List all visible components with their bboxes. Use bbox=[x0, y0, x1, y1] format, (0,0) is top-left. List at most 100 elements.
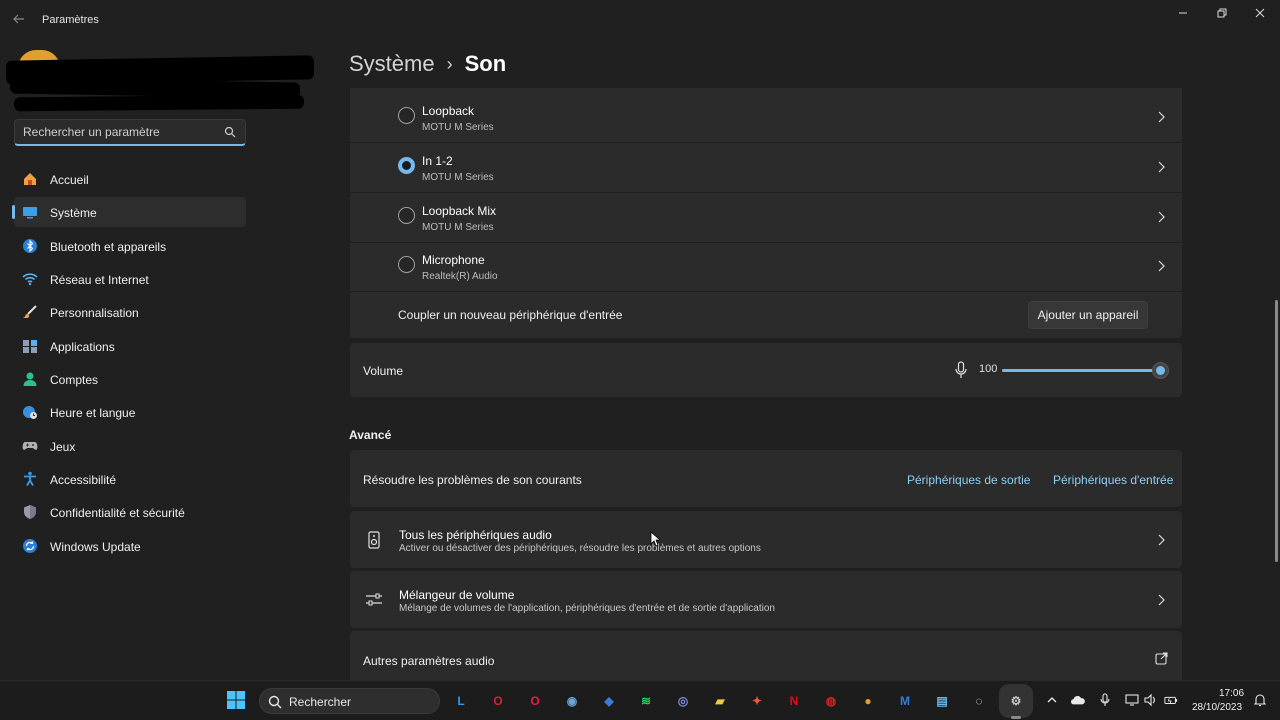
sidebar-item-label: Personnalisation bbox=[50, 306, 139, 321]
l-app-icon[interactable]: L bbox=[450, 690, 472, 712]
sidebar-item-systeme[interactable]: Système bbox=[12, 197, 246, 228]
title-bar: Paramètres bbox=[0, 0, 1280, 40]
breadcrumb: Système › Son bbox=[349, 48, 506, 80]
speaker-device-icon bbox=[368, 531, 380, 549]
sidebar-item-accessibilite[interactable]: Accessibilité bbox=[14, 464, 246, 494]
volume-slider-fill bbox=[1002, 369, 1160, 372]
spotify-icon[interactable]: ≋ bbox=[635, 690, 657, 712]
clock-time[interactable]: 17:06 bbox=[1219, 688, 1244, 699]
volume-card: Volume 100 bbox=[350, 343, 1182, 397]
section-title-advanced: Avancé bbox=[349, 428, 392, 442]
discord-icon[interactable]: ◎ bbox=[672, 690, 694, 712]
sidebar-item-label: Applications bbox=[50, 339, 115, 354]
sidebar-item-bluetooth[interactable]: Bluetooth et appareils bbox=[14, 231, 246, 261]
device-row-loopback[interactable]: Loopback MOTU M Series bbox=[350, 94, 1182, 143]
device-name: Loopback bbox=[422, 104, 475, 118]
home-icon bbox=[22, 171, 38, 187]
device-radio[interactable] bbox=[398, 107, 415, 124]
wifi-icon bbox=[22, 271, 38, 287]
sidebar-item-applications[interactable]: Applications bbox=[14, 331, 246, 361]
restore-button[interactable] bbox=[1207, 4, 1237, 22]
sidebar-item-reseau[interactable]: Réseau et Internet bbox=[14, 264, 246, 294]
breadcrumb-separator-icon: › bbox=[446, 53, 453, 74]
input-devices-link[interactable]: Périphériques d'entrée bbox=[1053, 473, 1173, 487]
apps-icon bbox=[22, 338, 38, 354]
netflix-icon[interactable]: N bbox=[783, 690, 805, 712]
game-app-icon[interactable]: ✦ bbox=[746, 690, 768, 712]
scrollbar[interactable] bbox=[1275, 300, 1278, 562]
pair-device-label: Coupler un nouveau périphérique d'entrée bbox=[398, 308, 623, 322]
settings-search-box[interactable] bbox=[14, 119, 246, 146]
file-explorer-icon[interactable]: ▰ bbox=[709, 690, 731, 712]
opera-icon[interactable]: O bbox=[487, 690, 509, 712]
red-app-icon[interactable]: ◍ bbox=[820, 690, 842, 712]
settings-search-input[interactable] bbox=[23, 124, 219, 140]
troubleshoot-label: Résoudre les problèmes de son courants bbox=[363, 473, 582, 487]
onedrive-icon[interactable] bbox=[1071, 693, 1085, 707]
sidebar-item-windows-update[interactable]: Windows Update bbox=[14, 531, 246, 561]
settings-icon[interactable]: ⚙ bbox=[999, 684, 1033, 719]
chevron-right-icon[interactable] bbox=[1156, 593, 1166, 607]
chevron-right-icon[interactable] bbox=[1156, 110, 1166, 124]
sidebar-item-confidentialite[interactable]: Confidentialité et sécurité bbox=[14, 497, 246, 527]
volume-slider[interactable] bbox=[1002, 362, 1169, 379]
back-arrow-icon[interactable] bbox=[12, 12, 28, 28]
settings-window: Paramètres Accueil Système Bluetooth et bbox=[0, 0, 1280, 680]
sidebar-item-comptes[interactable]: Comptes bbox=[14, 364, 246, 394]
sidebar-item-jeux[interactable]: Jeux bbox=[14, 431, 246, 461]
add-device-button[interactable]: Ajouter un appareil bbox=[1028, 301, 1148, 329]
sidebar-item-label: Système bbox=[50, 206, 97, 221]
chevron-right-icon[interactable] bbox=[1156, 533, 1166, 547]
windows-start-icon[interactable] bbox=[226, 690, 246, 710]
search-icon[interactable] bbox=[224, 126, 236, 138]
device-row-microphone[interactable]: Microphone Realtek(R) Audio bbox=[350, 243, 1182, 292]
output-devices-link[interactable]: Périphériques de sortie bbox=[907, 473, 1030, 487]
sidebar-item-heure-langue[interactable]: Heure et langue bbox=[14, 397, 246, 427]
device-row-loopback-mix[interactable]: Loopback Mix MOTU M Series bbox=[350, 194, 1182, 243]
rocket-league-icon[interactable]: ◆ bbox=[598, 690, 620, 712]
sidebar-item-label: Réseau et Internet bbox=[50, 273, 149, 288]
breadcrumb-parent[interactable]: Système bbox=[349, 51, 435, 77]
chevron-right-icon[interactable] bbox=[1156, 160, 1166, 174]
device-name: In 1-2 bbox=[422, 154, 453, 168]
motu-icon[interactable]: M bbox=[894, 690, 916, 712]
taskbar-search[interactable]: Rechercher bbox=[259, 688, 440, 714]
volume-slider-thumb[interactable] bbox=[1152, 362, 1169, 379]
obs-icon[interactable]: ◌ bbox=[968, 690, 990, 712]
clock-date[interactable]: 28/10/2023 bbox=[1192, 702, 1242, 713]
card-subtitle: Activer ou désactiver des périphériques,… bbox=[399, 543, 761, 554]
microphone-icon[interactable] bbox=[1098, 693, 1112, 707]
device-row-in-1-2[interactable]: In 1-2 MOTU M Series bbox=[350, 144, 1182, 193]
chevron-right-icon[interactable] bbox=[1156, 259, 1166, 273]
microphone-icon[interactable] bbox=[954, 361, 968, 379]
monitor-icon bbox=[22, 204, 38, 220]
external-link-icon[interactable] bbox=[1155, 652, 1168, 665]
taskbar: Rechercher L O O ◉ ◆ ≋ ◎ ▰ ✦ N ◍ ● M ▤ ◌ ⚙ 17:06 28/10/… bbox=[0, 680, 1280, 720]
sidebar-item-personnalisation[interactable]: Personnalisation bbox=[14, 297, 246, 327]
mouse-cursor-icon bbox=[650, 531, 660, 547]
device-radio[interactable] bbox=[398, 256, 415, 273]
speaker-icon[interactable] bbox=[1143, 693, 1157, 707]
card-title: Mélangeur de volume bbox=[399, 588, 515, 602]
device-subtitle: MOTU M Series bbox=[422, 172, 494, 183]
chevron-up-icon[interactable] bbox=[1045, 693, 1059, 707]
opera-gx-icon[interactable]: O bbox=[524, 690, 546, 712]
device-radio[interactable] bbox=[398, 207, 415, 224]
notepad-icon[interactable]: ▤ bbox=[931, 690, 953, 712]
steam-icon[interactable]: ◉ bbox=[561, 690, 583, 712]
search-icon bbox=[268, 695, 282, 709]
close-button[interactable] bbox=[1245, 4, 1275, 22]
device-radio[interactable] bbox=[398, 157, 415, 174]
battery-icon[interactable] bbox=[1164, 693, 1178, 707]
all-audio-devices-card[interactable]: Tous les périphériques audio Activer ou … bbox=[350, 511, 1182, 568]
gamepad-icon bbox=[22, 438, 38, 454]
volume-mixer-card[interactable]: Mélangeur de volume Mélange de volumes d… bbox=[350, 571, 1182, 628]
notification-bell-icon[interactable] bbox=[1253, 693, 1267, 707]
chevron-right-icon[interactable] bbox=[1156, 210, 1166, 224]
sidebar-item-accueil[interactable]: Accueil bbox=[14, 164, 246, 194]
more-audio-settings-card[interactable]: Autres paramètres audio bbox=[350, 631, 1182, 680]
chrome-canary-icon[interactable]: ● bbox=[857, 690, 879, 712]
minimize-button[interactable] bbox=[1168, 4, 1198, 22]
network-icon[interactable] bbox=[1125, 693, 1139, 707]
sidebar-item-label: Accueil bbox=[50, 173, 89, 187]
